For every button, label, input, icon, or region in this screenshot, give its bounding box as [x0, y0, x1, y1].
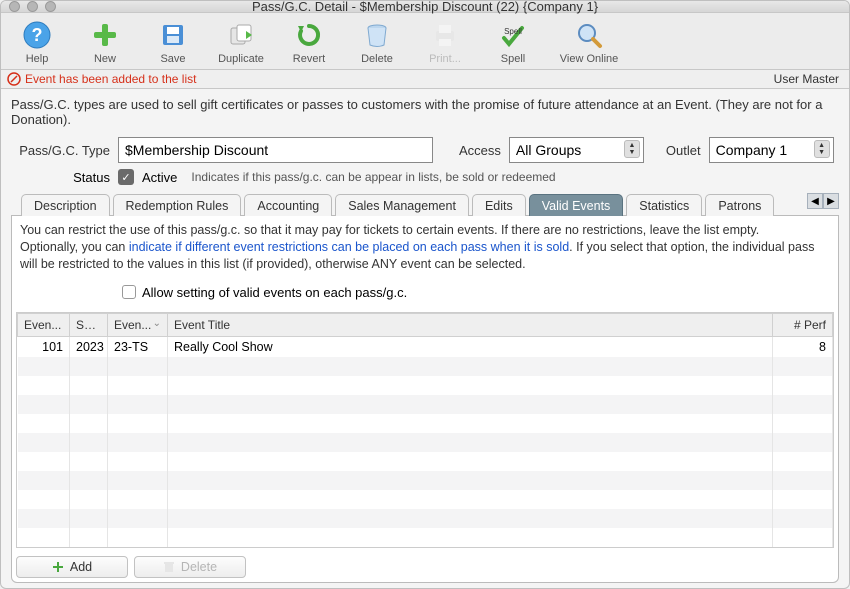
tab-scroll-arrows: ◀ ▶ [807, 193, 839, 209]
status-message: Event has been added to the list [7, 72, 196, 86]
toolbar: ? Help New Save Duplicate Rever [1, 13, 849, 70]
col-season[interactable]: Sea... [70, 313, 108, 336]
titlebar: Pass/G.C. Detail - $Membership Discount … [1, 1, 849, 13]
view-online-button[interactable]: View Online [553, 19, 625, 65]
tab-valid-events[interactable]: Valid Events [529, 194, 624, 216]
tab-accounting[interactable]: Accounting [244, 194, 332, 216]
svg-text:Spell: Spell [504, 27, 522, 36]
magnifier-icon [573, 19, 605, 51]
allow-setting-row: Allow setting of valid events on each pa… [12, 277, 838, 308]
active-label: Active [142, 170, 177, 185]
col-perf[interactable]: # Perf [773, 313, 833, 336]
tab-redemption-rules[interactable]: Redemption Rules [113, 194, 242, 216]
tab-edits[interactable]: Edits [472, 194, 526, 216]
valid-events-panel: You can restrict the use of this pass/g.… [11, 215, 839, 583]
tab-description[interactable]: Description [21, 194, 110, 216]
print-icon [429, 19, 461, 51]
revert-icon [293, 19, 325, 51]
outlet-select[interactable]: ▲▼ [709, 137, 834, 163]
spell-button[interactable]: Spell Spell [485, 19, 541, 65]
revert-button[interactable]: Revert [281, 19, 337, 65]
form-row-type: Pass/G.C. Type Access ▲▼ Outlet ▲▼ [1, 133, 849, 167]
delete-button[interactable]: Delete [349, 19, 405, 65]
tab-strip: Description Redemption Rules Accounting … [11, 193, 839, 215]
plus-icon [89, 19, 121, 51]
help-icon: ? [21, 19, 53, 51]
svg-text:?: ? [32, 25, 43, 45]
save-icon [157, 19, 189, 51]
tab-scroll-left[interactable]: ◀ [807, 193, 823, 209]
access-label: Access [459, 143, 501, 158]
help-button[interactable]: ? Help [9, 19, 65, 65]
type-label: Pass/G.C. Type [11, 143, 110, 158]
print-button[interactable]: Print... [417, 19, 473, 65]
outlet-label: Outlet [666, 143, 701, 158]
table-body: 101 2023 23-TS Really Cool Show 8 [18, 336, 833, 547]
table-row [18, 509, 833, 528]
alert-icon [7, 72, 21, 86]
table-row [18, 452, 833, 471]
col-event-no[interactable]: Even... [18, 313, 70, 336]
duplicate-button[interactable]: Duplicate [213, 19, 269, 65]
table-row [18, 414, 833, 433]
table-row [18, 376, 833, 395]
spell-icon: Spell [497, 19, 529, 51]
table-row [18, 471, 833, 490]
tab-sales-management[interactable]: Sales Management [335, 194, 469, 216]
panel-description: You can restrict the use of this pass/g.… [12, 216, 838, 277]
type-input[interactable] [118, 137, 433, 163]
table-row [18, 433, 833, 452]
table-row [18, 395, 833, 414]
form-row-status: Status ✓ Active Indicates if this pass/g… [1, 167, 849, 193]
grid-button-bar: Add Delete [12, 552, 838, 582]
table-row [18, 490, 833, 509]
tab-scroll-right[interactable]: ▶ [823, 193, 839, 209]
allow-setting-label: Allow setting of valid events on each pa… [142, 285, 407, 300]
new-button[interactable]: New [77, 19, 133, 65]
window-title: Pass/G.C. Detail - $Membership Discount … [1, 0, 849, 14]
events-table: Even... Sea... Even... Event Title # Per… [17, 313, 833, 547]
chevron-updown-icon: ▲▼ [814, 140, 830, 158]
plus-icon [52, 561, 64, 573]
tab-patrons[interactable]: Patrons [705, 194, 774, 216]
tab-statistics[interactable]: Statistics [626, 194, 702, 216]
delete-event-button[interactable]: Delete [134, 556, 246, 578]
trash-icon [163, 561, 175, 573]
trash-icon [361, 19, 393, 51]
add-event-button[interactable]: Add [16, 556, 128, 578]
duplicate-icon [225, 19, 257, 51]
active-checkbox[interactable]: ✓ [118, 169, 134, 185]
chevron-updown-icon: ▲▼ [624, 140, 640, 158]
events-grid: Even... Sea... Even... Event Title # Per… [16, 312, 834, 548]
page-description: Pass/G.C. types are used to sell gift ce… [1, 89, 849, 133]
access-select[interactable]: ▲▼ [509, 137, 644, 163]
window: Pass/G.C. Detail - $Membership Discount … [0, 0, 850, 589]
save-button[interactable]: Save [145, 19, 201, 65]
allow-setting-checkbox[interactable] [122, 285, 136, 299]
status-bar: Event has been added to the list User Ma… [1, 70, 849, 89]
table-row [18, 357, 833, 376]
col-event-title[interactable]: Event Title [168, 313, 773, 336]
tabs-container: Description Redemption Rules Accounting … [1, 193, 849, 215]
user-label: User Master [774, 72, 839, 86]
restrictions-link[interactable]: indicate if different event restrictions… [129, 240, 569, 254]
col-event-code[interactable]: Even... [108, 313, 168, 336]
table-row [18, 528, 833, 547]
table-row[interactable]: 101 2023 23-TS Really Cool Show 8 [18, 336, 833, 357]
status-label: Status [11, 170, 110, 185]
active-hint: Indicates if this pass/g.c. can be appea… [191, 170, 555, 184]
